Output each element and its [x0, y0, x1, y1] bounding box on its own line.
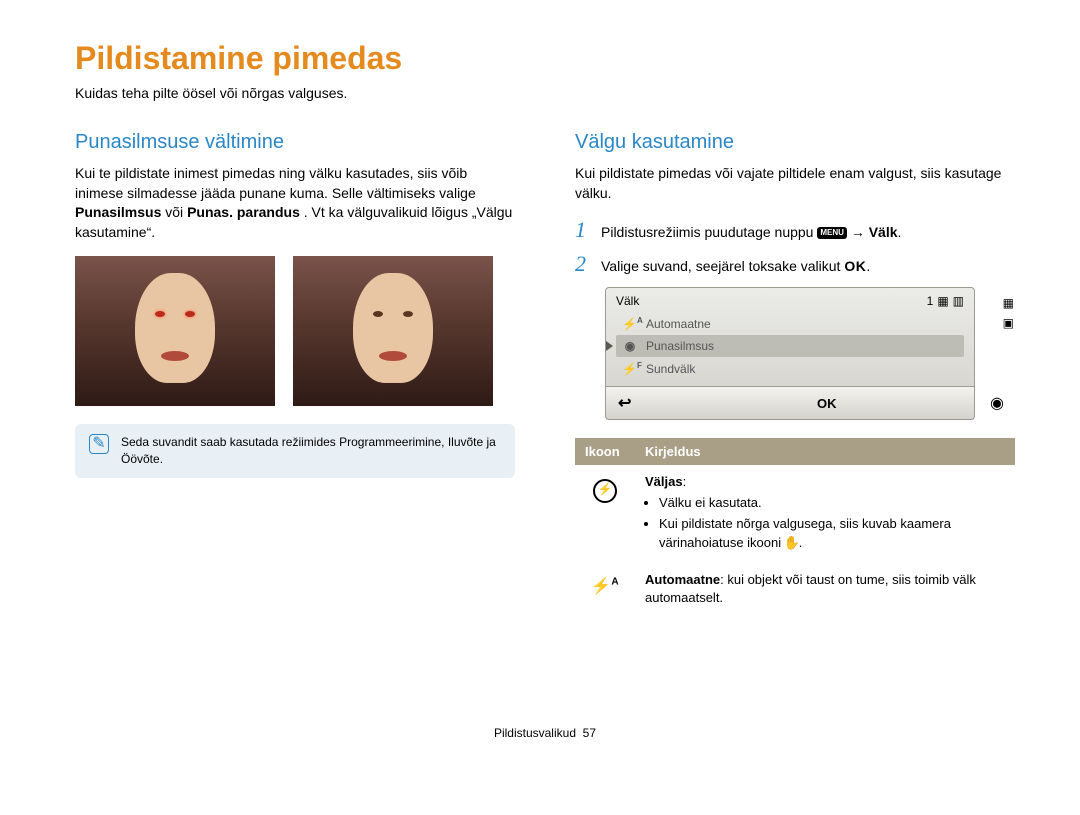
- left-p1-a: Kui te pildistate inimest pimedas ning v…: [75, 165, 476, 201]
- camera-screen: Välk 1 ▦ ▥ ⚡A Automaatne ◉: [605, 287, 975, 387]
- right-heading: Välgu kasutamine: [575, 131, 1015, 154]
- camera-title: Välk: [616, 294, 639, 308]
- ok-button[interactable]: OK: [817, 396, 837, 411]
- camera-bottom-bar: ↩ OK ◉: [605, 387, 975, 420]
- row-off-bold: Väljas: [645, 474, 683, 489]
- row-auto-desc: Automaatne: kui objekt või taust on tume…: [635, 563, 1015, 617]
- flash-fill-icon: ⚡F: [622, 361, 638, 376]
- step-1-text: Pildistusrežiimis puudutage nuppu: [601, 224, 817, 240]
- side-icon-1: ▦: [1003, 296, 1014, 310]
- step-1-bold: Välk: [869, 224, 898, 240]
- eye-side-icon: ◉: [990, 393, 1004, 413]
- step-2-text: Valige suvand, seejärel toksake valikut: [601, 258, 844, 274]
- right-intro: Kui pildistate pimedas või vajate piltid…: [575, 164, 1015, 203]
- camera-ui-mock: Välk 1 ▦ ▥ ⚡A Automaatne ◉: [605, 287, 975, 420]
- page-subtitle: Kuidas teha pilte öösel või nõrgas valgu…: [75, 85, 1015, 101]
- menu-icon: MENU: [817, 227, 847, 239]
- step-2: 2 Valige suvand, seejärel toksake valiku…: [575, 251, 1015, 277]
- row-off-icon-cell: ⚡: [575, 465, 635, 562]
- camera-item-fill[interactable]: ⚡F Sundvälk: [616, 357, 964, 380]
- row-off-bullet-1: Välku ei kasutata.: [659, 494, 1005, 513]
- row-off-desc: Väljas: Välku ei kasutata. Kui pildistat…: [635, 465, 1015, 562]
- shake-warning-icon: ✋: [785, 536, 799, 550]
- eye-icon: ◉: [622, 339, 638, 353]
- camera-item-auto-label: Automaatne: [646, 317, 711, 331]
- th-desc: Kirjeldus: [635, 438, 1015, 465]
- left-paragraph: Kui te pildistate inimest pimedas ning v…: [75, 164, 515, 242]
- back-icon[interactable]: ↩: [618, 393, 631, 413]
- right-column: Välgu kasutamine Kui pildistate pimedas …: [575, 131, 1015, 616]
- step-1: 1 Pildistusrežiimis puudutage nuppu MENU…: [575, 217, 1015, 243]
- battery-icon: ▥: [953, 294, 964, 308]
- step-2-end: .: [866, 258, 870, 274]
- icon-table: Ikoon Kirjeldus ⚡ Väljas: Välku ei kasut…: [575, 438, 1015, 616]
- camera-header-icons: 1 ▦ ▥: [927, 294, 964, 308]
- row-off-bullet-2-text: Kui pildistate nõrga valgusega, siis kuv…: [659, 516, 951, 550]
- note-box: ✎ Seda suvandit saab kasutada režiimides…: [75, 424, 515, 478]
- footer-section: Pildistusvalikud: [494, 726, 576, 740]
- side-icon-2: ▣: [1003, 316, 1014, 330]
- example-photo-fixed: [293, 256, 493, 406]
- left-p1-c: või: [165, 204, 187, 220]
- th-icon: Ikoon: [575, 438, 635, 465]
- sd-icon: ▦: [937, 294, 948, 308]
- left-p1-b: Punasilmsus: [75, 204, 161, 220]
- flash-off-icon: ⚡: [593, 479, 617, 503]
- step-1-body: Pildistusrežiimis puudutage nuppu MENU →…: [601, 224, 901, 240]
- step-2-number: 2: [575, 251, 591, 277]
- row-auto-bold: Automaatne: [645, 572, 720, 587]
- note-icon: ✎: [89, 434, 109, 454]
- left-heading: Punasilmsuse vältimine: [75, 131, 515, 154]
- step-1-arrow: →: [851, 224, 869, 240]
- camera-side-icons: ▦ ▣: [1003, 296, 1014, 330]
- step-2-body: Valige suvand, seejärel toksake valikut …: [601, 258, 870, 274]
- row-auto-icon-cell: ⚡A: [575, 563, 635, 617]
- camera-item-auto[interactable]: ⚡A Automaatne: [616, 312, 964, 335]
- left-column: Punasilmsuse vältimine Kui te pildistate…: [75, 131, 515, 616]
- example-photo-redeye: [75, 256, 275, 406]
- footer-page-number: 57: [583, 726, 596, 740]
- note-text: Seda suvandit saab kasutada režiimides P…: [121, 434, 501, 468]
- row-off-bullet-2: Kui pildistate nõrga valgusega, siis kuv…: [659, 515, 1005, 553]
- flash-auto-icon: ⚡A: [622, 316, 638, 331]
- step-1-number: 1: [575, 217, 591, 243]
- row-off-bullet-2-end: .: [799, 535, 803, 550]
- step-1-end: .: [898, 224, 902, 240]
- camera-count: 1: [927, 294, 934, 308]
- flash-auto-icon-table: ⚡A: [591, 575, 618, 598]
- ok-inline-icon: OK: [844, 258, 866, 274]
- example-images: [75, 256, 515, 406]
- camera-item-redeye-label: Punasilmsus: [646, 339, 714, 353]
- camera-item-fill-label: Sundvälk: [646, 362, 695, 376]
- left-p1-d: Punas. parandus: [187, 204, 300, 220]
- page-title: Pildistamine pimedas: [75, 40, 1015, 77]
- camera-item-redeye[interactable]: ◉ Punasilmsus: [616, 335, 964, 357]
- page-footer: Pildistusvalikud 57: [75, 726, 1015, 740]
